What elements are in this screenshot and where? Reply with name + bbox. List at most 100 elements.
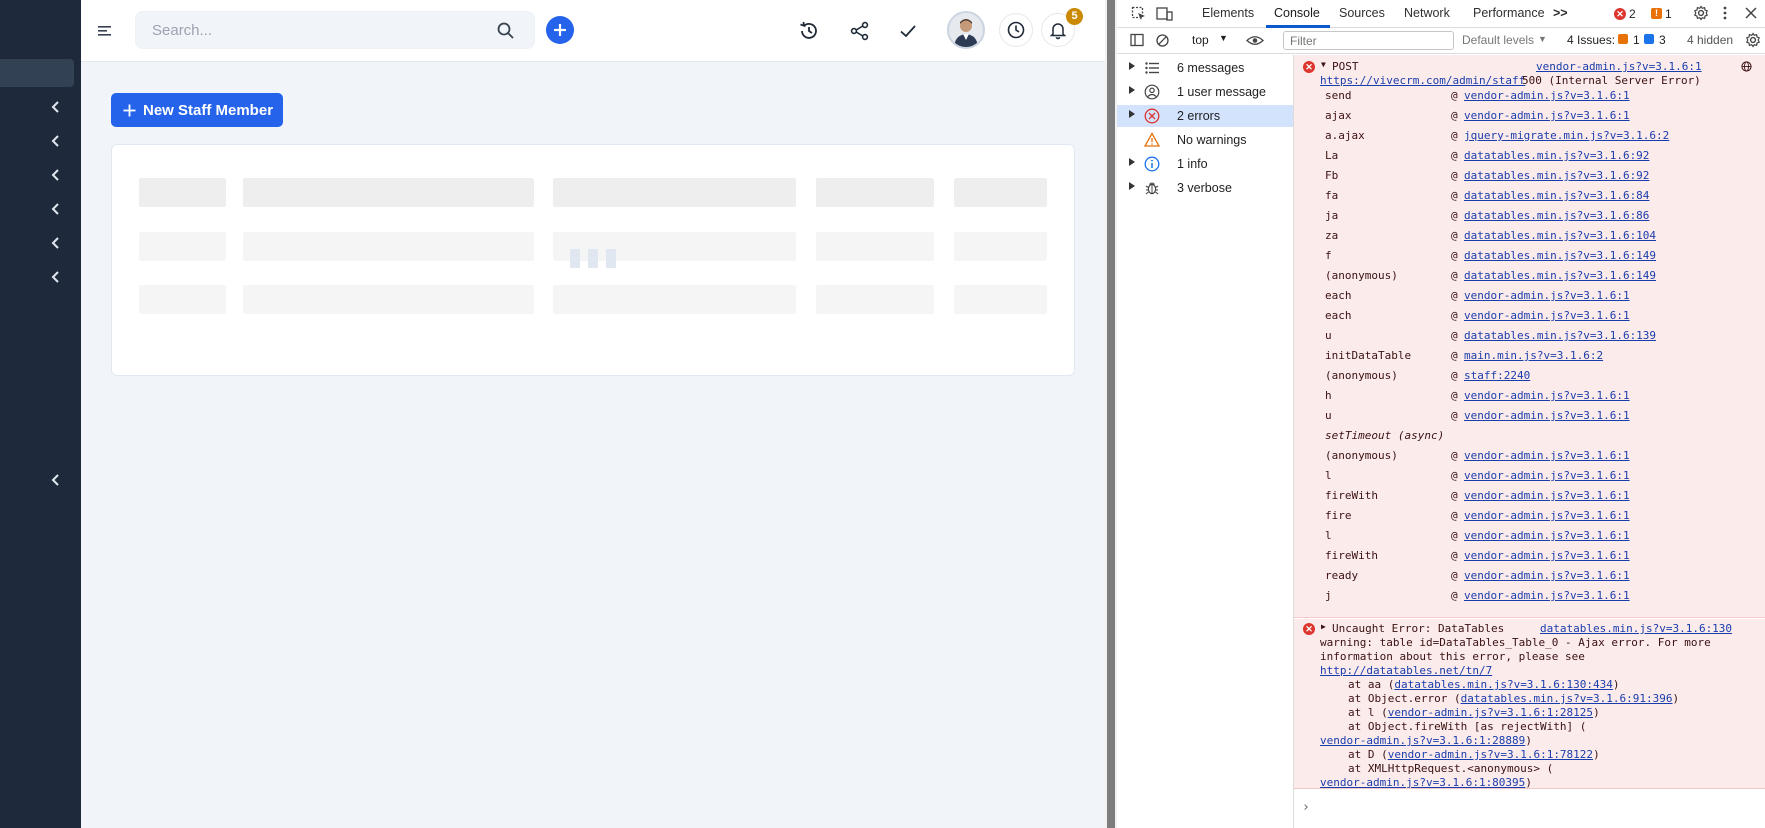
settings-icon[interactable]: [1693, 5, 1709, 21]
sidebar-chevron-icon[interactable]: [50, 203, 64, 217]
error-count-icon[interactable]: ✕: [1614, 8, 1626, 20]
issues-label[interactable]: 4 Issues:: [1567, 33, 1615, 47]
share-icon[interactable]: [849, 20, 871, 42]
stack-source-link[interactable]: vendor-admin.js?v=3.1.6:1: [1464, 89, 1630, 102]
stack-source-link[interactable]: datatables.min.js?v=3.1.6:139: [1464, 329, 1656, 342]
stack-link[interactable]: vendor-admin.js?v=3.1.6:1:78122: [1388, 748, 1593, 761]
stack-source-link[interactable]: vendor-admin.js?v=3.1.6:1: [1464, 309, 1630, 322]
error-source-link[interactable]: datatables.min.js?v=3.1.6:130: [1540, 622, 1732, 635]
stack-source-link[interactable]: datatables.min.js?v=3.1.6:86: [1464, 209, 1649, 222]
stack-link[interactable]: datatables.min.js?v=3.1.6:91:396: [1461, 692, 1673, 705]
eye-icon[interactable]: [1246, 34, 1264, 47]
close-icon[interactable]: [1745, 7, 1757, 19]
issue-warning-icon[interactable]: [1618, 34, 1628, 44]
quick-create-button[interactable]: [546, 16, 574, 44]
search-icon[interactable]: [497, 22, 514, 39]
sidebar-chevron-icon[interactable]: [50, 271, 64, 285]
page-scrollbar[interactable]: [1105, 0, 1117, 828]
error-count[interactable]: 2: [1629, 7, 1636, 21]
clear-console-icon[interactable]: [1155, 33, 1170, 48]
group-verbose[interactable]: 3 verbose: [1117, 177, 1293, 199]
sidebar-chevron-icon[interactable]: [50, 135, 64, 149]
sidebar-item-active[interactable]: [0, 59, 74, 87]
warning-count[interactable]: 1: [1665, 7, 1672, 21]
sidebar-toggle-icon[interactable]: [1130, 33, 1145, 48]
stack-source-link[interactable]: vendor-admin.js?v=3.1.6:1: [1464, 389, 1630, 402]
sidebar-chevron-icon[interactable]: [50, 101, 64, 115]
stack-source-link[interactable]: vendor-admin.js?v=3.1.6:1: [1464, 489, 1630, 502]
sidebar-chevron-icon[interactable]: [50, 474, 64, 488]
inspect-element-icon[interactable]: [1131, 6, 1147, 22]
history-icon[interactable]: [798, 20, 820, 42]
issues-info-count[interactable]: 3: [1659, 33, 1666, 47]
stack-source-link[interactable]: vendor-admin.js?v=3.1.6:1: [1464, 449, 1630, 462]
stack-source-link[interactable]: datatables.min.js?v=3.1.6:84: [1464, 189, 1649, 202]
log-levels-dropdown[interactable]: Default levels: [1462, 33, 1534, 47]
timer-button[interactable]: [999, 13, 1033, 47]
scrollbar-thumb[interactable]: [1107, 0, 1115, 828]
more-options-icon[interactable]: [1722, 5, 1728, 21]
stack-source-link[interactable]: datatables.min.js?v=3.1.6:92: [1464, 149, 1649, 162]
stack-source-link[interactable]: vendor-admin.js?v=3.1.6:1: [1464, 529, 1630, 542]
stack-link[interactable]: vendor-admin.js?v=3.1.6:1:28125: [1388, 706, 1593, 719]
stack-link[interactable]: datatables.min.js?v=3.1.6:130:434: [1394, 678, 1613, 691]
tab-console[interactable]: Console: [1274, 6, 1320, 20]
stack-frame: fireWith @ vendor-admin.js?v=3.1.6:1: [1294, 546, 1765, 566]
chevron-down-icon[interactable]: ▼: [1219, 33, 1228, 43]
stack-source-link[interactable]: datatables.min.js?v=3.1.6:149: [1464, 249, 1656, 262]
console-prompt[interactable]: ›: [1302, 800, 1310, 815]
hidden-count[interactable]: 4 hidden: [1687, 33, 1733, 47]
console-error-datatables[interactable]: ✕ ▶ Uncaught Error: DataTables datatable…: [1294, 619, 1765, 789]
sidebar-chevron-icon[interactable]: [50, 237, 64, 251]
stack-source-link[interactable]: vendor-admin.js?v=3.1.6:1: [1464, 549, 1630, 562]
context-selector[interactable]: top: [1192, 33, 1209, 47]
group-user-messages[interactable]: 1 user message: [1117, 81, 1293, 103]
collapsed-triangle-icon[interactable]: ▶: [1321, 622, 1326, 631]
avatar[interactable]: [947, 11, 985, 49]
console-settings-icon[interactable]: [1745, 32, 1761, 48]
stack-source-link[interactable]: datatables.min.js?v=3.1.6:104: [1464, 229, 1656, 242]
stack-source-link[interactable]: main.min.js?v=3.1.6:2: [1464, 349, 1603, 362]
stack-source-link[interactable]: vendor-admin.js?v=3.1.6:1: [1464, 469, 1630, 482]
expanded-triangle-icon[interactable]: ▼: [1321, 60, 1326, 69]
filter-input[interactable]: [1283, 31, 1454, 50]
stack-source-link[interactable]: vendor-admin.js?v=3.1.6:1: [1464, 569, 1630, 582]
new-staff-member-button[interactable]: New Staff Member: [111, 93, 283, 127]
stack-source-link[interactable]: jquery-migrate.min.js?v=3.1.6:2: [1464, 129, 1669, 142]
warning-count-icon[interactable]: !: [1651, 8, 1662, 19]
group-warnings[interactable]: No warnings: [1117, 129, 1293, 151]
chevron-down-icon[interactable]: ▼: [1538, 34, 1547, 44]
tab-elements[interactable]: Elements: [1202, 6, 1254, 20]
tab-performance[interactable]: Performance: [1473, 6, 1545, 20]
stack-source-link[interactable]: vendor-admin.js?v=3.1.6:1: [1464, 289, 1630, 302]
network-request-icon[interactable]: [1741, 61, 1752, 72]
stack-source-link[interactable]: vendor-admin.js?v=3.1.6:1: [1464, 589, 1630, 602]
datatables-help-link[interactable]: http://datatables.net/tn/7: [1320, 664, 1492, 677]
stack-source-link[interactable]: vendor-admin.js?v=3.1.6:1: [1464, 409, 1630, 422]
check-icon[interactable]: [897, 20, 919, 42]
stack-link[interactable]: vendor-admin.js?v=3.1.6:1:28889: [1320, 734, 1525, 747]
stack-source-link[interactable]: staff:2240: [1464, 369, 1530, 382]
group-errors[interactable]: 2 errors: [1117, 105, 1293, 127]
issues-warning-count[interactable]: 1: [1633, 33, 1640, 47]
at-symbol: @: [1451, 169, 1458, 182]
menu-toggle-icon[interactable]: [98, 24, 112, 38]
stack-frame: ja @ datatables.min.js?v=3.1.6:86: [1294, 206, 1765, 226]
issue-info-icon[interactable]: [1644, 34, 1654, 44]
stack-source-link[interactable]: datatables.min.js?v=3.1.6:149: [1464, 269, 1656, 282]
more-tabs-button[interactable]: >>: [1553, 6, 1568, 20]
stack-source-link[interactable]: vendor-admin.js?v=3.1.6:1: [1464, 109, 1630, 122]
device-toolbar-icon[interactable]: [1156, 6, 1173, 22]
stack-link[interactable]: vendor-admin.js?v=3.1.6:1:80395: [1320, 776, 1525, 789]
tab-sources[interactable]: Sources: [1339, 6, 1385, 20]
stack-source-link[interactable]: vendor-admin.js?v=3.1.6:1: [1464, 509, 1630, 522]
group-info[interactable]: 1 info: [1117, 153, 1293, 175]
group-messages[interactable]: 6 messages: [1117, 57, 1293, 79]
tab-network[interactable]: Network: [1404, 6, 1450, 20]
skeleton-cell: [553, 285, 796, 314]
search-input[interactable]: [136, 12, 476, 48]
sidebar-chevron-icon[interactable]: [50, 169, 64, 183]
console-error-post[interactable]: ✕ ▼ POST vendor-admin.js?v=3.1.6:1 https…: [1294, 55, 1765, 618]
stack-source-link[interactable]: datatables.min.js?v=3.1.6:92: [1464, 169, 1649, 182]
error-source-link[interactable]: vendor-admin.js?v=3.1.6:1: [1536, 60, 1702, 73]
